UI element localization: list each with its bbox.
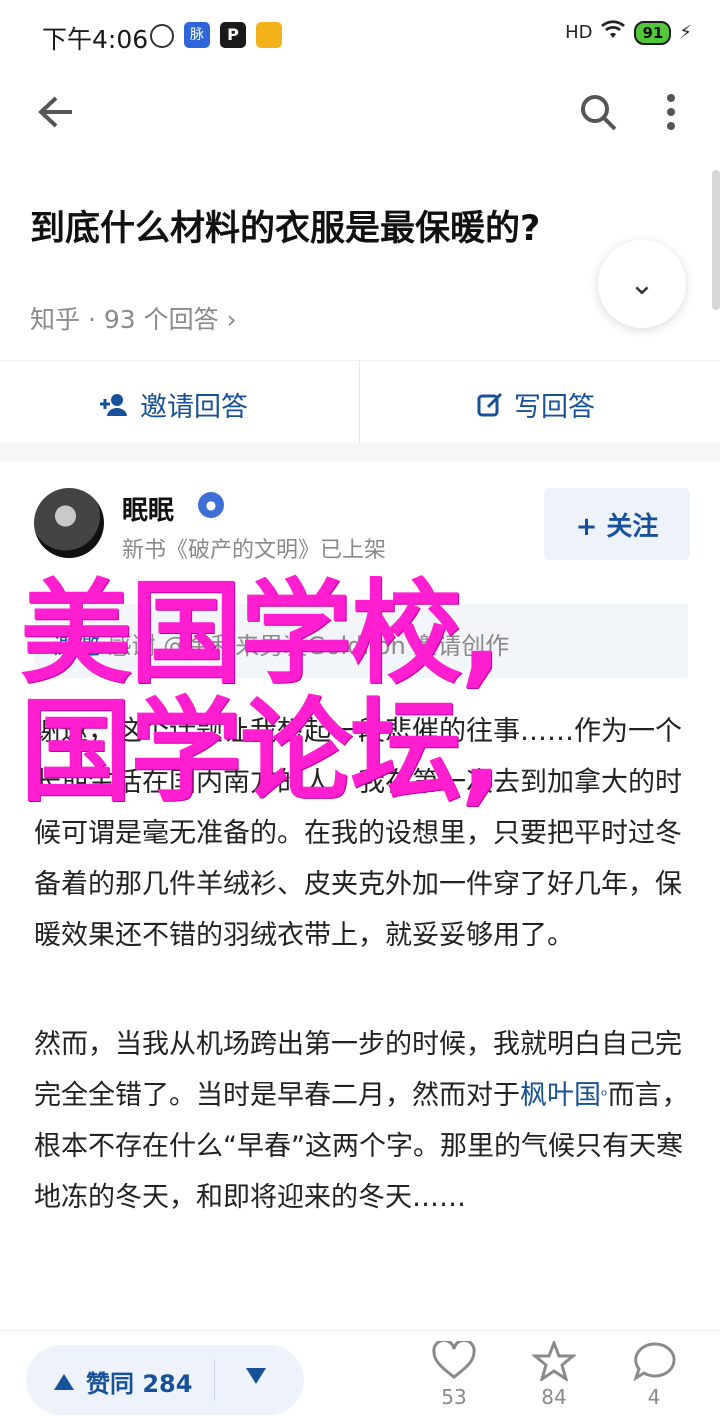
- top-bar: [0, 70, 720, 154]
- status-right: HD 91 ⚡: [565, 20, 692, 45]
- follow-label: + 关注: [575, 511, 659, 542]
- like-button[interactable]: 53: [424, 1341, 484, 1409]
- question-title[interactable]: 到底什么材料的衣服是最保暖的?: [30, 200, 540, 251]
- edit-icon: [477, 392, 503, 416]
- search-link-icon: ᵒ: [601, 1086, 608, 1105]
- divider: [359, 361, 360, 443]
- star-icon: [532, 1341, 576, 1381]
- more-vertical-icon[interactable]: [664, 92, 678, 132]
- bottom-action-bar: 赞同 284 53 84 4: [0, 1330, 720, 1428]
- invite-prefix: 谢邀: [52, 632, 100, 660]
- answer-content: 谢邀，这个话题让我想起一段悲催的往事……作为一个长期生活在国内南方的人，我在第一…: [34, 706, 694, 1281]
- signal-icon: HD: [565, 22, 593, 43]
- mail-icon: [256, 22, 282, 48]
- follow-button[interactable]: + 关注: [544, 488, 690, 560]
- question-actions: 邀请回答 写回答: [0, 360, 720, 444]
- notification-icon-2: P: [220, 22, 246, 48]
- verified-badge-icon: ●: [198, 492, 224, 518]
- chevron-double-down-icon: ⌄: [629, 266, 655, 302]
- answer-paragraph: 谢邀，这个话题让我想起一段悲催的往事……作为一个长期生活在国内南方的人，我在第一…: [34, 716, 682, 951]
- status-time: 下午4:06: [42, 25, 149, 54]
- favorite-button[interactable]: 84: [524, 1341, 584, 1409]
- invite-text[interactable]: 感谢 @金利来男装Goldlion 邀请创作: [100, 632, 510, 660]
- write-answer-label: 写回答: [514, 392, 595, 423]
- wifi-icon: [600, 20, 626, 45]
- comment-bubble-icon: [633, 1342, 676, 1381]
- search-icon[interactable]: [578, 92, 618, 132]
- author-headline: 新书《破产的文明》已上架: [122, 538, 387, 563]
- favorite-count: 84: [541, 1385, 567, 1409]
- scrollbar[interactable]: [712, 170, 720, 310]
- invite-answer-label: 邀请回答: [140, 392, 248, 423]
- charging-icon: ⚡: [679, 22, 692, 43]
- invitation-banner: 谢邀 感谢 @金利来男装Goldlion 邀请创作: [34, 604, 688, 678]
- comment-button[interactable]: 4: [624, 1341, 684, 1409]
- question-meta[interactable]: 知乎 · 93 个回答 ›: [30, 300, 237, 336]
- battery-indicator: 91: [634, 20, 672, 45]
- maple-country-link[interactable]: 枫叶国: [520, 1080, 601, 1111]
- write-answer-button[interactable]: 写回答: [476, 385, 595, 424]
- heart-icon: [432, 1341, 476, 1379]
- comment-count: 4: [647, 1385, 661, 1409]
- vote-divider: [214, 1359, 215, 1401]
- like-count: 53: [441, 1385, 467, 1409]
- author-name[interactable]: 眠眠: [122, 490, 174, 527]
- triangle-up-icon: [54, 1373, 74, 1390]
- back-arrow-icon[interactable]: [36, 94, 76, 130]
- avatar[interactable]: [34, 488, 104, 558]
- section-gap: [0, 443, 720, 461]
- downvote-button[interactable]: [244, 1364, 268, 1392]
- invite-answer-button[interactable]: 邀请回答: [98, 385, 248, 424]
- mute-icon: [150, 24, 174, 48]
- vote-pill: 赞同 284: [26, 1345, 304, 1415]
- notification-icon-1: 脉: [184, 22, 210, 48]
- status-bar: 下午4:06 脉 P HD 91 ⚡: [0, 0, 720, 70]
- upvote-button[interactable]: 赞同 284: [52, 1364, 192, 1399]
- upvote-label: 赞同 284: [86, 1370, 193, 1398]
- add-user-icon: [100, 393, 127, 416]
- triangle-down-icon: [246, 1368, 266, 1384]
- answer-paragraph-2: 然而，当我从机场跨出第一步的时候，我就明白自己完完全全错了。当时是早春二月，然而…: [34, 1019, 694, 1223]
- expand-button[interactable]: ⌄: [598, 240, 686, 328]
